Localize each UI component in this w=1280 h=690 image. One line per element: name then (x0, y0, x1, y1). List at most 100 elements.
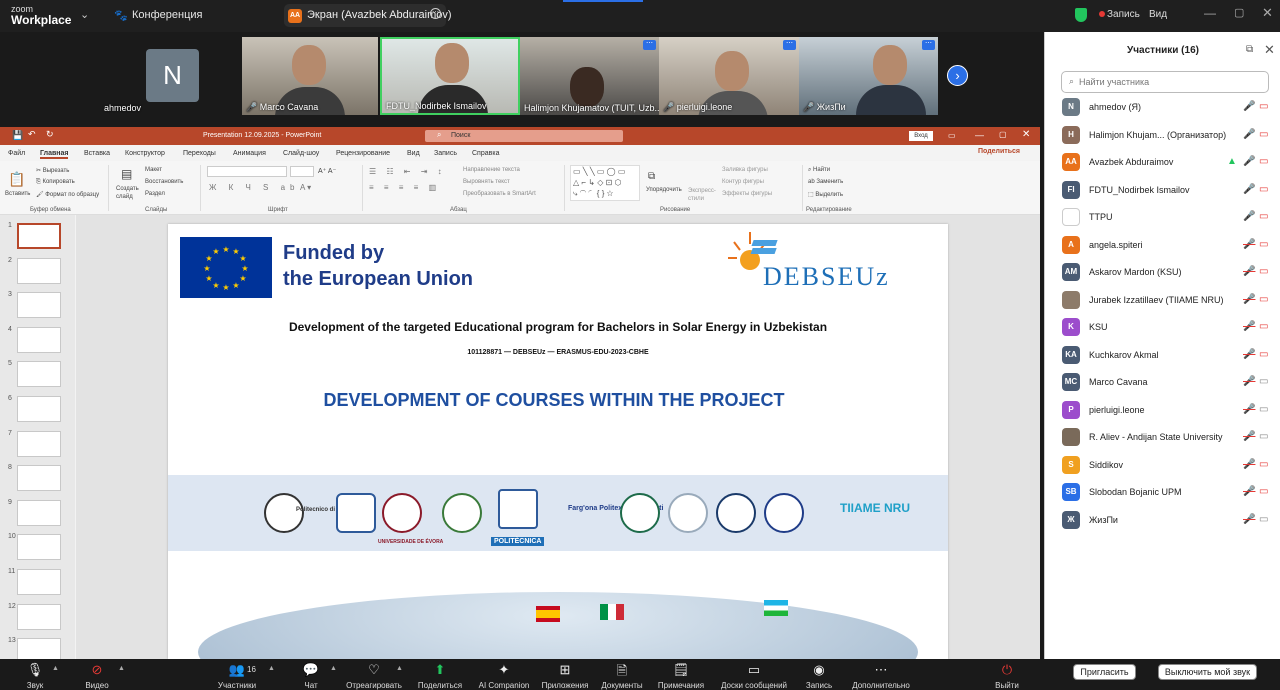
caret-up-icon[interactable]: ▲ (118, 665, 125, 672)
next-page-button[interactable]: › (947, 65, 968, 86)
caret-up-icon[interactable]: ▲ (396, 665, 403, 672)
slide-thumbnail[interactable] (17, 292, 61, 319)
participant-row[interactable]: FI FDTU_Nodirbek Ismailov 🎤 ▭ (1045, 177, 1280, 204)
chevron-down-icon[interactable]: ⌄ (80, 8, 89, 21)
notes-button[interactable]: 🗒 Примечания (658, 659, 704, 690)
video-tile-active-speaker[interactable]: FDTU_Nodirbek Ismailov (380, 37, 520, 115)
apps-button[interactable]: ⊞ Приложения (542, 659, 589, 690)
participant-row[interactable]: S Siddikov 🎤 ▭ (1045, 452, 1280, 479)
participant-row[interactable]: K KSU 🎤 ▭ (1045, 314, 1280, 341)
react-button[interactable]: ♡ Отреагировать (346, 659, 402, 690)
mic-muted-icon[interactable]: 🎤 (1243, 266, 1255, 277)
popout-icon[interactable]: ⧉ (1246, 44, 1253, 55)
text-direction-button[interactable]: Направление текста (463, 167, 520, 173)
smartart-button[interactable]: Преобразовать в SmartArt (463, 191, 536, 197)
participant-row[interactable]: Ppierluigi.leone 🎤 ▭ (1045, 397, 1280, 424)
camera-off-icon[interactable]: ▭ (1259, 184, 1268, 195)
copy-button[interactable]: ⎘ Копировать (36, 179, 75, 186)
menu-review[interactable]: Рецензирование (336, 150, 390, 157)
participant-row[interactable]: SB Slobodan Bojanic UPM 🎤 ▭ (1045, 479, 1280, 506)
caret-up-icon[interactable]: ▲ (52, 665, 59, 672)
menu-animation[interactable]: Анимация (233, 150, 266, 157)
participants-button[interactable]: 👥 Участники (218, 659, 256, 690)
paste-button[interactable]: Вставить (5, 191, 30, 197)
layout-button[interactable]: Макет (145, 167, 162, 173)
maximize-icon[interactable]: ▢ (1234, 6, 1244, 19)
participant-row[interactable]: Aangela.spiteri 🎤 ▭ (1045, 232, 1280, 259)
close-icon[interactable]: ✕ (1022, 129, 1030, 140)
participant-row[interactable]: MC Marco Cavana 🎤 ▭ (1045, 369, 1280, 396)
mute-me-button[interactable]: Выключить мой звук (1158, 664, 1257, 680)
more-button[interactable]: ⋯ Дополнительно (852, 659, 910, 690)
participant-row[interactable]: Ж ЖизПи 🎤 ▭ (1045, 507, 1280, 534)
ppt-share-button[interactable]: Поделиться (978, 148, 1020, 155)
mic-muted-icon[interactable]: 🎤 (1243, 486, 1255, 497)
camera-off-icon[interactable]: ▭ (1259, 239, 1268, 250)
camera-off-icon[interactable]: ▭ (1259, 321, 1268, 332)
camera-icon[interactable]: ▭ (1259, 514, 1268, 525)
ai-companion-button[interactable]: ✦ AI Companion (479, 659, 530, 690)
mic-icon[interactable]: 🎤 (1243, 184, 1255, 195)
camera-off-icon[interactable]: ▭ (1259, 294, 1268, 305)
font-style-buttons[interactable]: Ж К Ч S ab (209, 183, 300, 192)
mic-muted-icon[interactable]: 🎤 (1243, 404, 1255, 415)
font-family-select[interactable] (207, 166, 287, 177)
quick-styles-button[interactable]: Экспресс-стили (688, 187, 718, 203)
caret-up-icon[interactable]: ▲ (268, 665, 275, 672)
mic-icon[interactable]: 🎤 (1243, 129, 1255, 140)
format-painter-button[interactable]: 🖌 Формат по образцу (36, 191, 99, 198)
mic-icon[interactable]: 🎤 (1243, 211, 1255, 222)
mic-muted-icon[interactable]: 🎤 (1243, 376, 1255, 387)
video-tile[interactable]: N ahmedov (100, 37, 240, 115)
participant-row[interactable]: Jurabek Izzatillaev (TIIAME NRU) 🎤 ▭ (1045, 287, 1280, 314)
menu-home[interactable]: Главная (40, 150, 69, 159)
invite-button[interactable]: Пригласить (1073, 664, 1136, 680)
new-slide-button[interactable]: Создать слайд (116, 185, 140, 201)
slide-thumbnail[interactable] (17, 257, 61, 284)
video-tile[interactable]: 🎤 Marco Cavana (242, 37, 378, 115)
cut-button[interactable]: ✂ Вырезать (36, 167, 69, 174)
font-size-select[interactable] (290, 166, 314, 177)
more-icon[interactable]: ⋯ (783, 40, 796, 50)
participant-row[interactable]: AA Avazbek Abduraimov ▲ ▭ 🎤 (1045, 149, 1280, 176)
docs-button[interactable]: 🗎 Документы (601, 659, 642, 690)
close-icon[interactable]: ✕ (1262, 5, 1273, 21)
participant-row[interactable]: KA Kuchkarov Akmal 🎤 ▭ (1045, 342, 1280, 369)
more-icon[interactable]: ⋯ (430, 8, 441, 19)
font-grow-icon[interactable]: A⁺ A⁻ (318, 167, 336, 175)
shape-outline-button[interactable]: Контур фигуры (722, 179, 764, 185)
participant-row[interactable]: R. Aliev - Andijan State University 🎤 ▭ (1045, 424, 1280, 451)
close-icon[interactable]: ✕ (1264, 42, 1275, 58)
align-text-button[interactable]: Выровнять текст (463, 179, 510, 185)
mic-muted-icon[interactable]: 🎤 (1243, 349, 1255, 360)
menu-record[interactable]: Запись (434, 150, 457, 157)
ppt-login-button[interactable]: Вход (909, 131, 933, 141)
redo-icon[interactable]: ↻ (46, 129, 54, 140)
slide-thumbnail[interactable] (17, 569, 61, 595)
view-button[interactable]: Вид (1149, 9, 1167, 20)
video-tile[interactable]: ⋯ 🎤 pierluigi.leone (659, 37, 799, 115)
participant-search-input[interactable] (1079, 75, 1259, 89)
meeting-title[interactable]: Конференция (132, 9, 202, 21)
menu-file[interactable]: Файл (8, 150, 25, 157)
camera-icon[interactable]: ▭ (1259, 431, 1268, 442)
leave-button[interactable]: ⏻ Выйти (994, 659, 1020, 690)
arrange-icon[interactable]: ⧉ (648, 171, 655, 182)
mic-muted-icon[interactable]: 🎤 (1243, 156, 1255, 167)
whiteboards-button[interactable]: ▭ Доски сообщений (721, 659, 787, 690)
mic-icon[interactable]: 🎤 (1243, 101, 1255, 112)
camera-off-icon[interactable]: ▭ (1259, 349, 1268, 360)
select-button[interactable]: ⬚ Выделить (808, 191, 843, 198)
maximize-icon[interactable]: ▢ (999, 130, 1007, 139)
replace-button[interactable]: ab Заменить (808, 179, 843, 185)
mic-muted-icon[interactable]: 🎤 (1243, 321, 1255, 332)
undo-icon[interactable]: ↶ (28, 129, 36, 140)
mic-muted-icon[interactable]: 🎤 (1243, 294, 1255, 305)
reset-button[interactable]: Восстановить (145, 179, 183, 185)
chat-button[interactable]: 💬 Чат (298, 659, 324, 690)
minimize-icon[interactable]: — (975, 130, 984, 140)
font-color-icon[interactable]: A ▾ (300, 183, 311, 192)
video-button[interactable]: ⊘ Видео (84, 659, 110, 690)
slide-thumbnail[interactable] (17, 326, 61, 353)
arrange-button[interactable]: Упорядочить (646, 187, 682, 193)
